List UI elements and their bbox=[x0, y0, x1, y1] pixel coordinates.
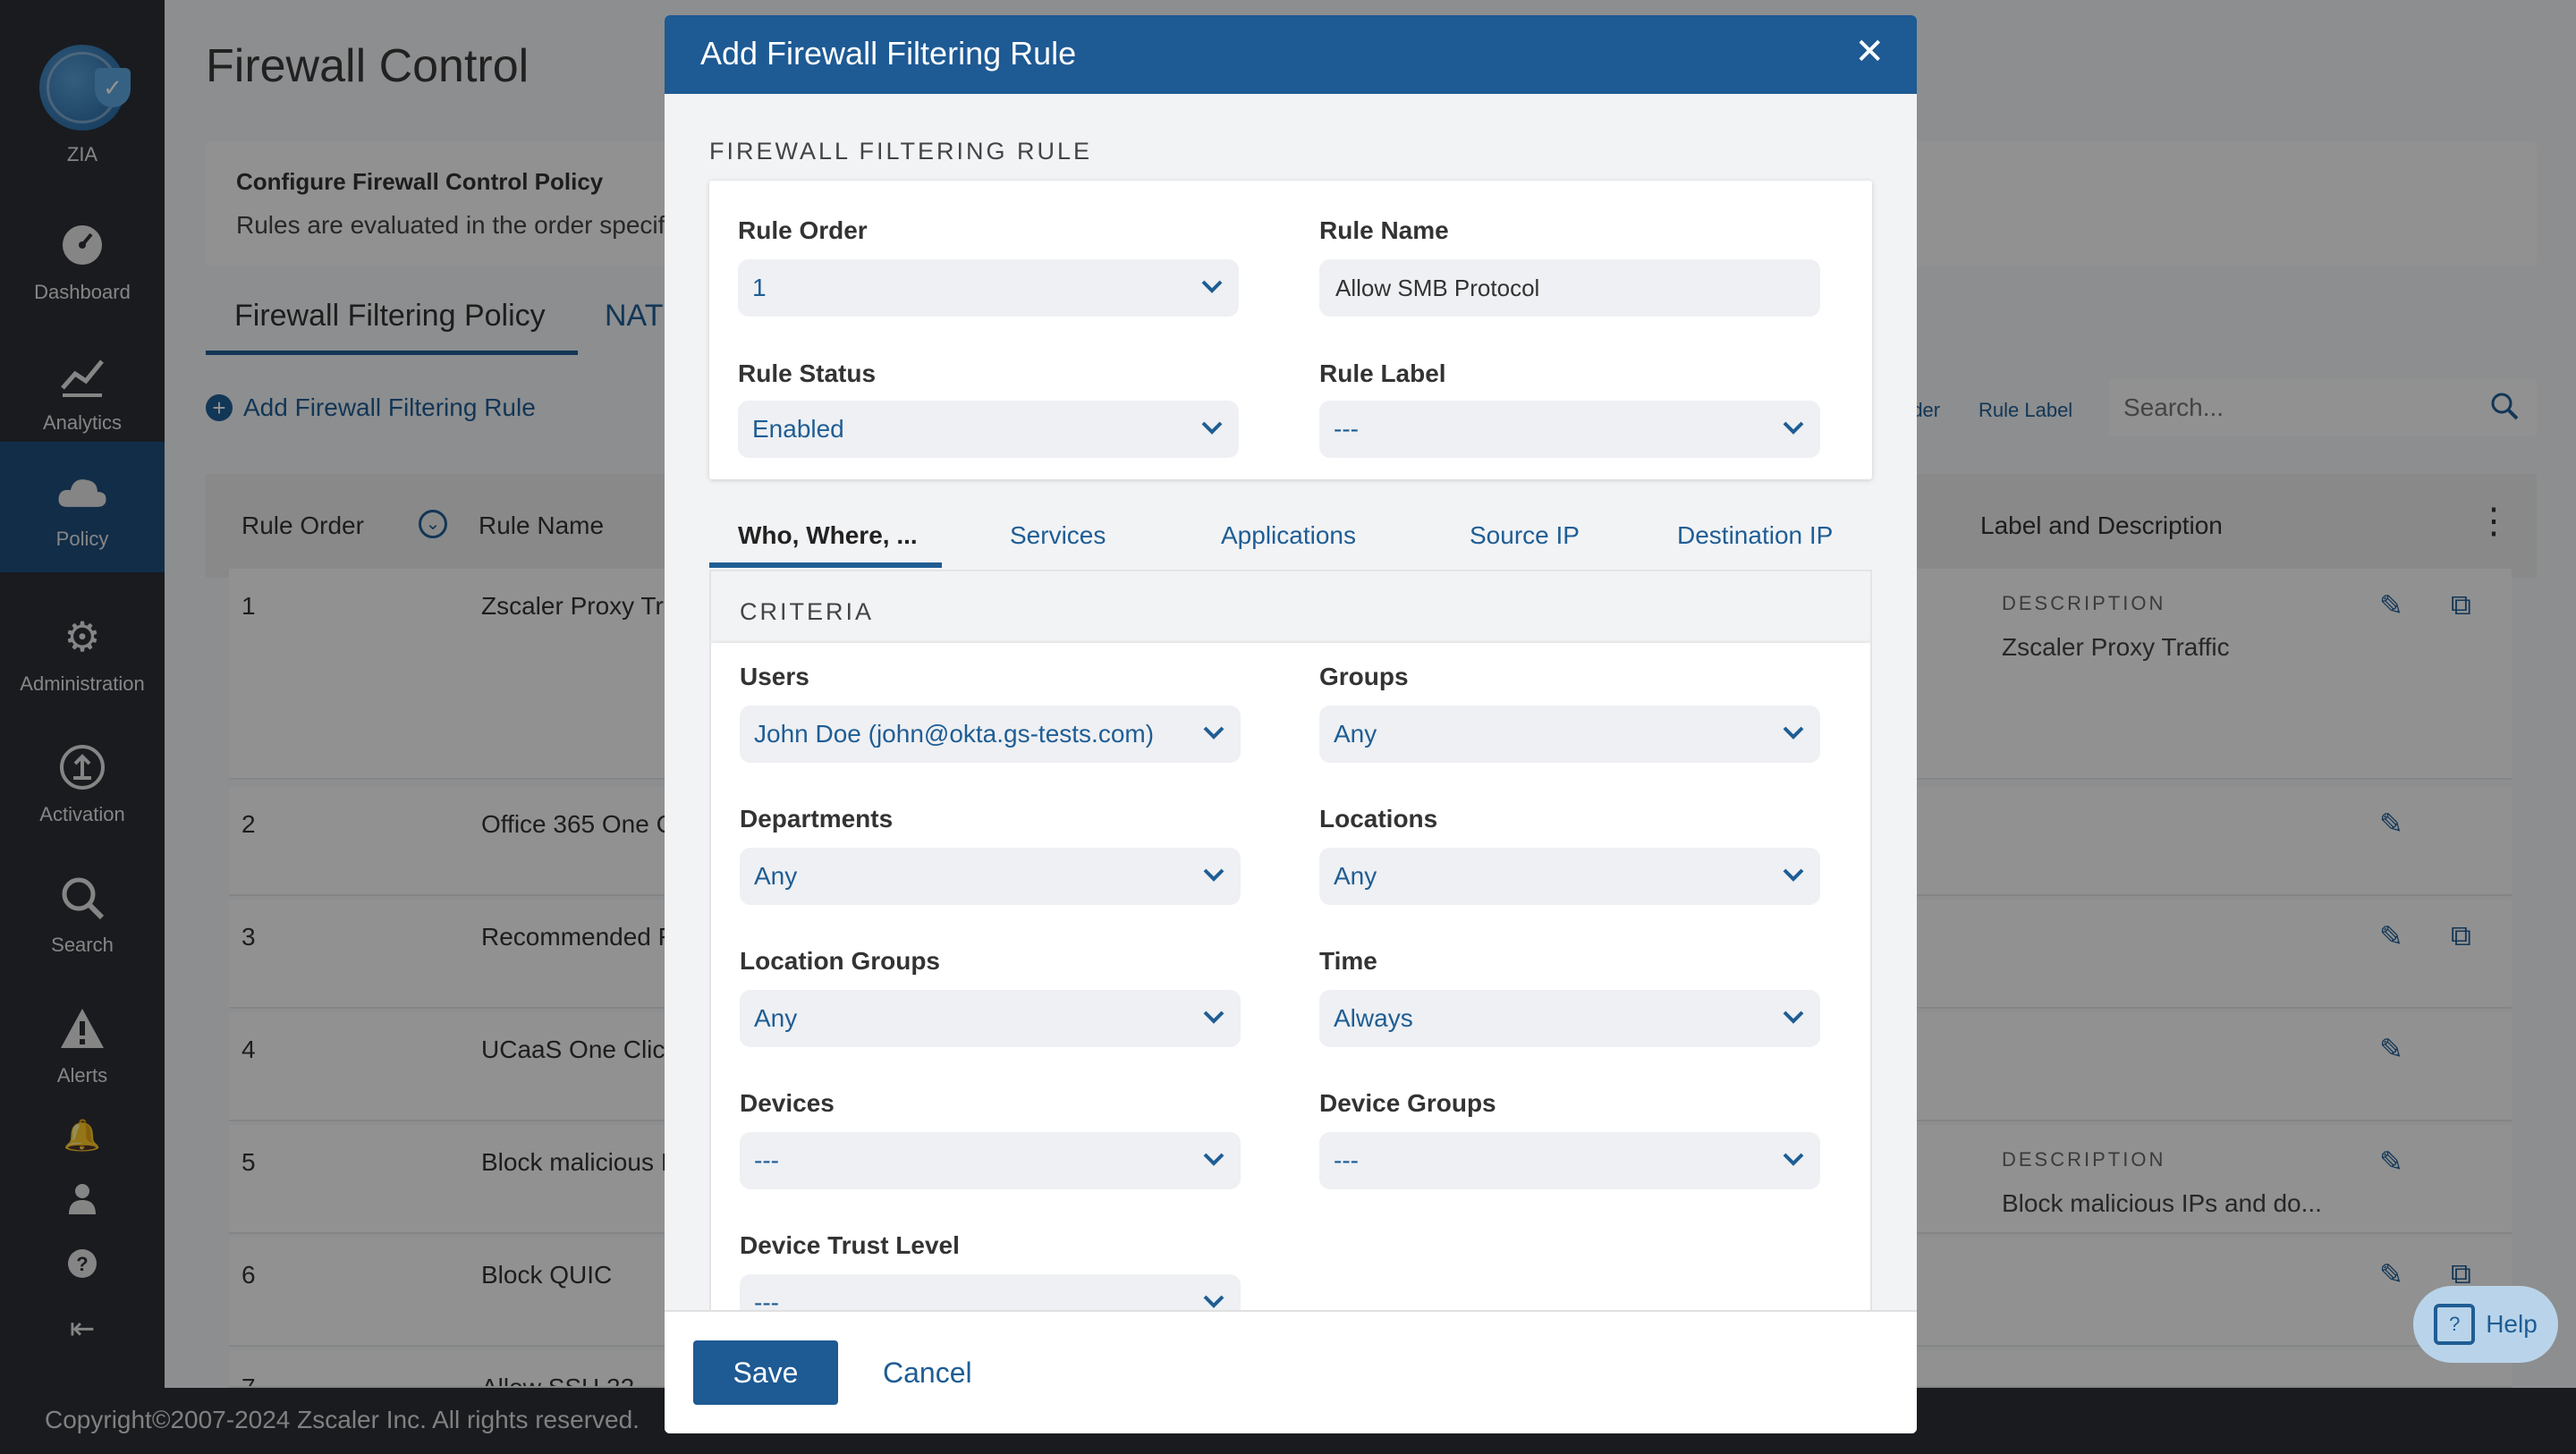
chevron-down-icon bbox=[1199, 857, 1228, 892]
dropdown-value: --- bbox=[754, 1146, 779, 1174]
groups-dropdown[interactable]: Any bbox=[1319, 706, 1820, 763]
chevron-down-icon bbox=[1779, 1141, 1808, 1177]
rule-status-label: Rule Status bbox=[738, 359, 877, 387]
devices-label: Devices bbox=[740, 1089, 835, 1117]
users-label: Users bbox=[740, 663, 809, 690]
locations-label: Locations bbox=[1319, 805, 1438, 833]
tab-who-where[interactable]: Who, Where, ... bbox=[738, 521, 918, 550]
device-trust-level-label: Device Trust Level bbox=[740, 1231, 960, 1259]
dropdown-value: --- bbox=[1334, 415, 1359, 443]
chevron-down-icon bbox=[1779, 714, 1808, 750]
cancel-button[interactable]: Cancel bbox=[883, 1357, 972, 1390]
chevron-down-icon bbox=[1198, 410, 1226, 445]
chevron-down-icon bbox=[1199, 999, 1228, 1035]
help-button[interactable]: ? Help bbox=[2413, 1286, 2558, 1363]
tab-destination-ip[interactable]: Destination IP bbox=[1677, 521, 1833, 550]
dropdown-value: --- bbox=[1334, 1146, 1359, 1174]
rule-name-label: Rule Name bbox=[1319, 216, 1449, 244]
help-label: Help bbox=[2486, 1310, 2538, 1338]
dropdown-value: John Doe (john@okta.gs-tests.com) bbox=[754, 720, 1155, 748]
criteria-card: Users John Doe (john@okta.gs-tests.com) … bbox=[711, 643, 1870, 1325]
groups-label: Groups bbox=[1319, 663, 1409, 690]
rule-status-dropdown[interactable]: Enabled bbox=[738, 401, 1239, 458]
chevron-down-icon bbox=[1199, 1141, 1228, 1177]
close-icon[interactable]: ✕ bbox=[1854, 31, 1885, 72]
criteria-area: CRITERIA Users John Doe (john@okta.gs-te… bbox=[709, 570, 1872, 1325]
dropdown-value: Any bbox=[754, 1004, 798, 1032]
tab-source-ip[interactable]: Source IP bbox=[1470, 521, 1580, 550]
rule-label-dropdown[interactable]: --- bbox=[1319, 401, 1820, 458]
device-groups-dropdown[interactable]: --- bbox=[1319, 1132, 1820, 1189]
section-title: FIREWALL FILTERING RULE bbox=[709, 138, 1093, 165]
modal-footer: Save Cancel bbox=[665, 1310, 1917, 1433]
time-dropdown[interactable]: Always bbox=[1319, 990, 1820, 1047]
modal-title: Add Firewall Filtering Rule bbox=[700, 35, 1077, 72]
modal-header: Add Firewall Filtering Rule ✕ bbox=[665, 15, 1917, 94]
rule-name-field bbox=[1319, 259, 1820, 317]
dropdown-value: Enabled bbox=[752, 415, 844, 443]
add-rule-modal: Add Firewall Filtering Rule ✕ FIREWALL F… bbox=[665, 15, 1917, 1433]
criteria-title: CRITERIA bbox=[740, 598, 875, 625]
chevron-down-icon bbox=[1199, 714, 1228, 750]
save-button[interactable]: Save bbox=[693, 1340, 838, 1405]
devices-dropdown[interactable]: --- bbox=[740, 1132, 1241, 1189]
dropdown-value: Always bbox=[1334, 1004, 1413, 1032]
rule-order-dropdown[interactable]: 1 bbox=[738, 259, 1239, 317]
rule-name-input[interactable] bbox=[1319, 259, 1802, 317]
help-chat-icon: ? bbox=[2434, 1304, 2476, 1345]
departments-label: Departments bbox=[740, 805, 894, 833]
rule-order-label: Rule Order bbox=[738, 216, 868, 244]
rule-label-label: Rule Label bbox=[1319, 359, 1446, 387]
chevron-down-icon bbox=[1198, 268, 1226, 304]
chevron-down-icon bbox=[1779, 857, 1808, 892]
location-groups-label: Location Groups bbox=[740, 947, 940, 975]
tab-applications[interactable]: Applications bbox=[1221, 521, 1356, 550]
dropdown-value: Any bbox=[754, 862, 798, 890]
tab-services[interactable]: Services bbox=[1010, 521, 1106, 550]
dropdown-value: Any bbox=[1334, 862, 1377, 890]
location-groups-dropdown[interactable]: Any bbox=[740, 990, 1241, 1047]
locations-dropdown[interactable]: Any bbox=[1319, 848, 1820, 905]
departments-dropdown[interactable]: Any bbox=[740, 848, 1241, 905]
chevron-down-icon bbox=[1779, 410, 1808, 445]
criteria-tabs: Who, Where, ... Services Applications So… bbox=[709, 498, 1872, 570]
dropdown-value: 1 bbox=[752, 274, 767, 301]
users-dropdown[interactable]: John Doe (john@okta.gs-tests.com) bbox=[740, 706, 1241, 763]
active-tab-underline bbox=[709, 562, 942, 568]
time-label: Time bbox=[1319, 947, 1377, 975]
rule-card: Rule Order 1 Rule Name Rule Status Enabl… bbox=[709, 181, 1872, 479]
chevron-down-icon bbox=[1779, 999, 1808, 1035]
dropdown-value: Any bbox=[1334, 720, 1377, 748]
device-groups-label: Device Groups bbox=[1319, 1089, 1496, 1117]
